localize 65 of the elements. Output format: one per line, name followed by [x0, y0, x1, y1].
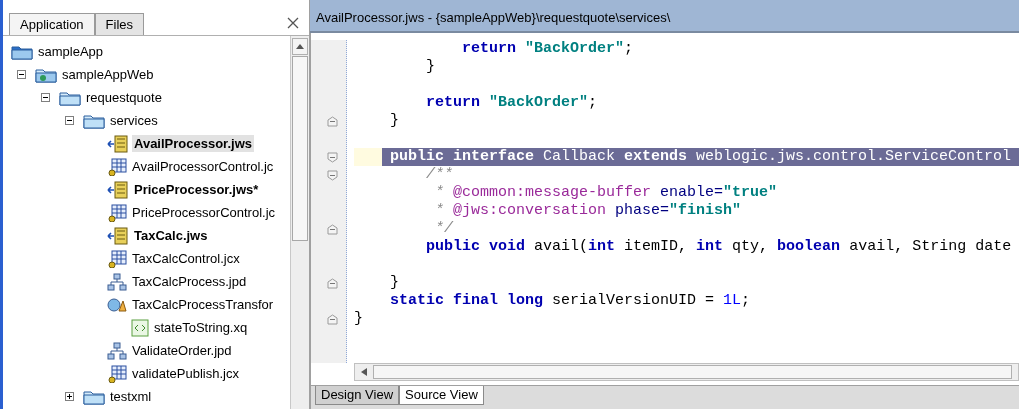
flow-diagram-icon: [107, 341, 127, 360]
tree-item[interactable]: AvailProcessorControl.jc: [130, 158, 276, 175]
editor-title: AvailProcessor.jws - {sampleAppWeb}\requestquote\services\: [310, 0, 1019, 33]
tree-item[interactable]: AvailProcessor.jws: [132, 135, 255, 152]
view-tab[interactable]: Source View: [399, 386, 484, 405]
fold-marker-icon[interactable]: [327, 277, 338, 289]
code-line: }: [389, 274, 399, 292]
grid-file-icon: [107, 157, 127, 176]
fold-marker-icon[interactable]: [327, 115, 338, 127]
transform-icon: [107, 295, 127, 314]
code-line: return "BackOrder";: [461, 40, 634, 58]
tree-item[interactable]: validatePublish.jcx: [130, 365, 241, 382]
code-line: }: [354, 310, 363, 328]
panel-tab[interactable]: Files: [94, 13, 145, 35]
scrollbar[interactable]: [290, 36, 309, 409]
code-line: return "BackOrder";: [425, 94, 598, 112]
grid-file-icon: [107, 249, 127, 268]
code-line: }: [425, 58, 435, 76]
fold-marker-icon[interactable]: [327, 223, 338, 235]
tree-item[interactable]: services: [108, 112, 160, 129]
expander-icon[interactable]: [64, 392, 74, 401]
fold-marker-icon[interactable]: [327, 169, 338, 181]
panel-tab[interactable]: Application: [9, 13, 95, 35]
service-file-icon: [107, 180, 129, 199]
grid-file-icon: [107, 203, 127, 222]
code-line: public interface Callback extends weblogic.jws.control.ServiceControl: [389, 148, 1012, 166]
view-tab[interactable]: Design View: [315, 386, 400, 405]
tree-item[interactable]: requestquote: [84, 89, 164, 106]
horizontal-scrollbar[interactable]: [354, 363, 1019, 381]
tree-item[interactable]: PriceProcessorControl.jc: [130, 204, 278, 221]
folder-icon: [35, 66, 57, 83]
service-file-icon: [107, 134, 129, 153]
flow-diagram-icon: [107, 272, 127, 291]
expander-icon[interactable]: [40, 93, 50, 102]
tree-item[interactable]: testxml: [108, 388, 154, 405]
fold-marker-icon[interactable]: [327, 151, 338, 163]
left-arrow-icon[interactable]: [361, 368, 367, 376]
code-line: static final long serialVersionUID = 1L;: [389, 292, 751, 310]
folder-icon: [11, 43, 33, 60]
xml-file-icon: [131, 318, 149, 337]
code-line: }: [389, 112, 399, 130]
tree-item[interactable]: sampleAppWeb: [60, 66, 156, 83]
folder-icon: [83, 112, 105, 129]
tree-item[interactable]: TaxCalcControl.jcx: [130, 250, 242, 267]
tree-item[interactable]: TaxCalcProcess.jpd: [130, 273, 249, 290]
tree-item[interactable]: stateToString.xq: [152, 319, 250, 336]
tree-item[interactable]: TaxCalcProcessTransfor: [130, 296, 276, 313]
code-line: public void avail(int itemID, int qty, boolean avail, String date: [425, 238, 1012, 256]
grid-file-icon: [107, 364, 127, 383]
tree-item[interactable]: sampleApp: [36, 43, 106, 60]
folder-icon: [59, 89, 81, 106]
tree-item[interactable]: TaxCalc.jws: [132, 227, 210, 244]
code-line: * @jws:conversation phase="finish": [434, 202, 742, 220]
tree-item[interactable]: ValidateOrder.jpd: [130, 342, 234, 359]
service-file-icon: [107, 226, 129, 245]
folder-icon: [83, 388, 105, 405]
expander-icon[interactable]: [64, 116, 74, 125]
fold-marker-icon[interactable]: [327, 313, 338, 325]
code-line: * @common:message-buffer enable="true": [434, 184, 778, 202]
tree-item[interactable]: PriceProcessor.jws*: [132, 181, 261, 198]
code-line: /**: [425, 166, 454, 184]
close-icon[interactable]: [287, 17, 299, 29]
expander-icon[interactable]: [16, 70, 26, 79]
code-line: */: [434, 220, 454, 238]
up-arrow-icon[interactable]: [296, 44, 304, 49]
